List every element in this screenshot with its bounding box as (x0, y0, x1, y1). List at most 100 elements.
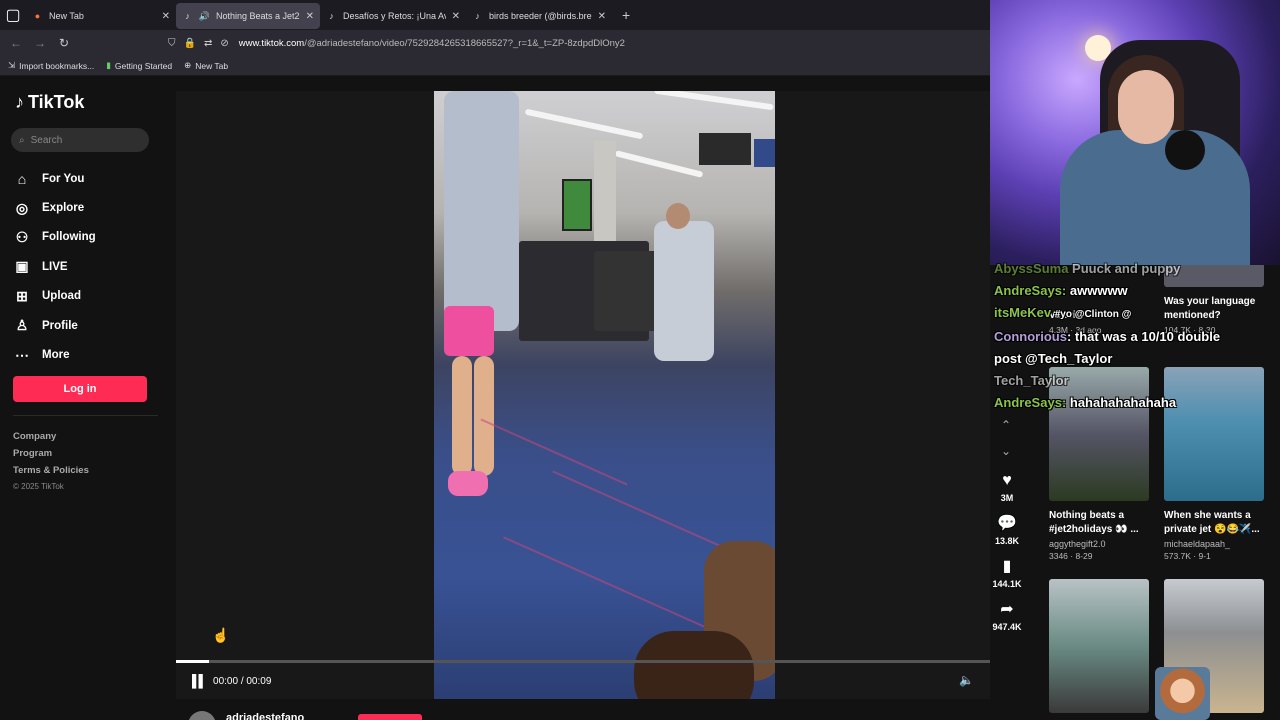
tab-title: Nothing Beats a Jet2 Holid (216, 11, 300, 21)
shield-icon[interactable]: ⛉ (168, 38, 176, 49)
menu-live[interactable]: ▣ LIVE (14, 252, 96, 281)
menu-for-you[interactable]: ⌂ For You (14, 164, 96, 193)
copyright: © 2025 TikTok (13, 482, 64, 491)
close-icon[interactable]: ✕ (306, 11, 314, 22)
menu-label: Explore (42, 202, 85, 215)
menu-explore[interactable]: ◎ Explore (14, 193, 96, 222)
chat-message: post @Tech_Taylor (994, 351, 1113, 366)
follow-button[interactable] (358, 714, 422, 720)
menu-label: More (42, 349, 70, 362)
mouse-cursor-icon: ☝ (212, 627, 230, 643)
autoplay-blocked-icon[interactable]: ⊘ (220, 38, 228, 49)
speaker-icon[interactable]: 🔊 (199, 11, 210, 22)
upload-icon: ⊞ (16, 287, 28, 304)
tab-birds-breeder[interactable]: ♪ birds breeder (@birds.breeder3 ✕ (466, 3, 612, 29)
close-icon[interactable]: ✕ (162, 11, 170, 22)
browser-nav-bar: ← → ↻ ⛉ 🔒 ⇄ ⊘ www.tiktok.com/@adriadeste… (0, 30, 990, 56)
url-path: /@adriadestefano/video/75292842653186655… (304, 37, 625, 49)
tiktok-icon: ♪ (15, 92, 24, 112)
close-icon[interactable]: ✕ (452, 11, 460, 22)
author-row: adriadestefano (176, 704, 990, 720)
back-icon[interactable]: ← (4, 36, 28, 50)
more-icon: ⋯ (15, 346, 29, 363)
like-count: 3M (1000, 493, 1014, 503)
bookmark-action[interactable]: ▮ 144.1K (992, 556, 1022, 589)
menu-profile[interactable]: ♙ Profile (14, 311, 96, 340)
tab-new-tab[interactable]: ● New Tab ✕ (26, 3, 176, 29)
stream-chat-overlay: AbyssSuma Puuck and puppy AndreSays: aww… (994, 258, 1280, 414)
bookmark-label: New Tab (195, 60, 229, 71)
bookmark-label: Getting Started (114, 60, 173, 71)
tab-title: birds breeder (@birds.breeder3 (489, 11, 592, 21)
rec-stats: 3346 · 8-29 (1049, 551, 1093, 561)
tiktok-logo[interactable]: ♪ TikTok (15, 92, 84, 113)
menu-following[interactable]: ⚇ Following (14, 223, 96, 252)
video-player[interactable]: ▌▌ 00:00 / 00:09 🔈 ☝ (176, 91, 990, 699)
firefox-icon: ● (34, 11, 41, 21)
tiktok-sidebar: ♪ TikTok ⌕ Search ⌂ For You ◎ Explore ⚇ Fol… (0, 76, 175, 720)
action-bar: ♥ 3M 💬 13.8K ▮ 144.1K ➦ 947.4K (992, 472, 1022, 642)
permissions-icon[interactable]: ⇄ (204, 38, 212, 49)
globe-icon: ⊕ (184, 60, 192, 70)
chat-line: AbyssSuma Puuck and puppy (994, 258, 1280, 280)
lock-icon[interactable]: 🔒 (184, 38, 196, 49)
video-frame[interactable] (434, 91, 775, 699)
chat-line: Connorious: that was a 10/10 double (994, 326, 1280, 348)
comment-action[interactable]: 💬 13.8K (992, 513, 1022, 546)
volume-icon[interactable]: 🔈 (959, 673, 974, 687)
search-input[interactable]: ⌕ Search (11, 128, 149, 152)
rec-user: aggythegift2.0 (1049, 539, 1106, 549)
footer-terms[interactable]: Terms & Policies (13, 465, 89, 476)
main-menu: ⌂ For You ◎ Explore ⚇ Following ▣ LIVE ⊞ Uplo… (14, 164, 96, 370)
menu-upload[interactable]: ⊞ Upload (14, 282, 96, 311)
url-bar[interactable]: www.tiktok.com/@adriadestefano/video/752… (239, 38, 625, 49)
footer-company[interactable]: Company (13, 431, 89, 442)
tab-title: New Tab (49, 11, 84, 21)
bookmark-new-tab[interactable]: ⊕ New Tab (184, 60, 228, 71)
avatar[interactable] (188, 711, 216, 720)
comment-icon: 💬 (997, 515, 1017, 532)
share-action[interactable]: ➦ 947.4K (992, 599, 1022, 632)
menu-more[interactable]: ⋯ More (14, 340, 96, 369)
chat-line: AndreSays: awwwww (994, 280, 1280, 302)
rec-card[interactable] (1049, 579, 1149, 713)
chat-message: hahahahahahaha (1069, 395, 1177, 410)
reload-icon[interactable]: ↻ (52, 36, 76, 50)
progress-bar[interactable] (176, 660, 990, 663)
new-tab-button[interactable]: + (622, 7, 630, 23)
footer-program[interactable]: Program (13, 448, 89, 459)
tab-list-icon[interactable]: ▢ (0, 0, 26, 30)
live-icon: ▣ (15, 258, 29, 275)
chat-line: Tech_Taylor (994, 370, 1280, 392)
like-action[interactable]: ♥ 3M (992, 472, 1022, 503)
share-icon: ➦ (1000, 601, 1014, 618)
chevron-up-icon[interactable]: ⌃ (1001, 418, 1011, 432)
microphone-icon (1165, 130, 1205, 170)
secondary-facecam (1155, 667, 1210, 720)
rec-user: michaeldapaah_ (1164, 539, 1231, 549)
chevron-down-icon[interactable]: ⌄ (1001, 444, 1011, 458)
browser-tab-bar: ▢ ● New Tab ✕ ♪ 🔊 Nothing Beats a Jet2 H… (0, 0, 990, 30)
pause-icon[interactable]: ▌▌ (192, 674, 207, 688)
search-icon: ⌕ (19, 134, 25, 146)
tiktok-icon: ♪ (329, 11, 334, 21)
bookmark-getting-started[interactable]: ▮ Getting Started (106, 60, 172, 71)
bookmark-label: Import bookmarks... (19, 60, 95, 71)
menu-label: Upload (42, 290, 81, 303)
author-username[interactable]: adriadestefano (226, 712, 304, 720)
tab-tiktok-active[interactable]: ♪ 🔊 Nothing Beats a Jet2 Holid ✕ (176, 3, 320, 29)
firefox-icon: ▮ (106, 60, 111, 70)
login-button[interactable]: Log in (13, 376, 147, 402)
tab-desafios[interactable]: ♪ Desafíos y Retos: ¡Una Aventura ✕ (320, 3, 466, 29)
bookmark-import[interactable]: ⇲ Import bookmarks... (8, 60, 94, 71)
profile-icon: ♙ (15, 317, 29, 334)
chat-message: Puuck and puppy (1072, 261, 1181, 276)
divider (13, 415, 158, 416)
url-host: www.tiktok.com (238, 37, 305, 49)
forward-icon[interactable]: → (28, 36, 52, 50)
close-icon[interactable]: ✕ (598, 11, 606, 22)
sidebar-footer: Company Program Terms & Policies © 2025 … (13, 431, 89, 497)
chat-name: AndreSays: (994, 283, 1067, 298)
chat-message: #yo @Clinton @ (1054, 309, 1132, 320)
chat-name: Connorious (994, 329, 1067, 344)
